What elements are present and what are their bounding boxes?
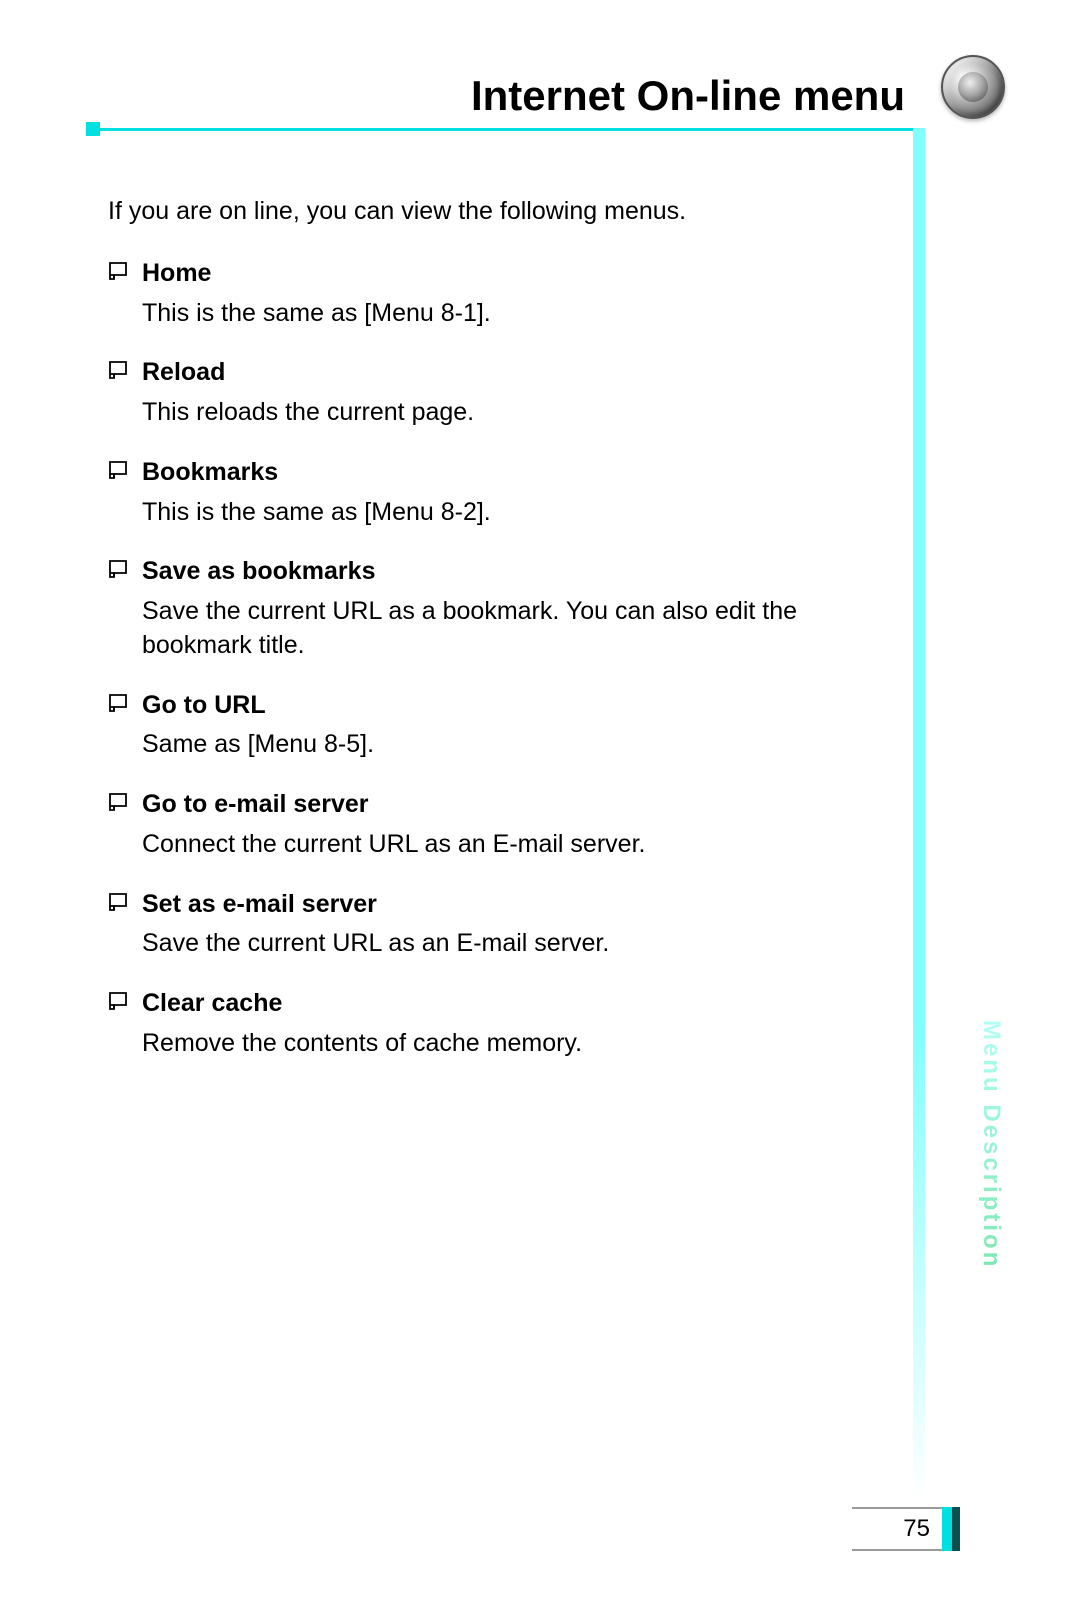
list-item: Bookmarks This is the same as [Menu 8-2]…	[108, 456, 870, 530]
page-title: Internet On-line menu	[0, 72, 915, 120]
item-heading: Go to URL	[142, 689, 266, 723]
globe-icon	[941, 55, 1005, 119]
item-description: Connect the current URL as an E-mail ser…	[142, 828, 870, 862]
list-item: Reload This reloads the current page.	[108, 356, 870, 430]
item-description: This is the same as [Menu 8-2].	[142, 496, 870, 530]
page-number-tab	[942, 1507, 960, 1551]
title-rule	[100, 128, 915, 131]
item-heading: Reload	[142, 356, 225, 390]
page-tab-cyan	[942, 1507, 952, 1551]
bullet-icon	[108, 991, 128, 1011]
bullet-icon	[108, 693, 128, 713]
list-item: Go to URL Same as [Menu 8-5].	[108, 689, 870, 763]
item-description: Save the current URL as an E-mail server…	[142, 927, 870, 961]
bullet-icon	[108, 792, 128, 812]
list-item: Clear cache Remove the contents of cache…	[108, 987, 870, 1061]
item-heading: Bookmarks	[142, 456, 278, 490]
item-description: Same as [Menu 8-5].	[142, 728, 870, 762]
page-number-rule	[852, 1549, 942, 1551]
item-heading: Save as bookmarks	[142, 555, 375, 589]
item-description: Save the current URL as a bookmark. You …	[142, 595, 870, 663]
bullet-icon	[108, 261, 128, 281]
item-heading: Go to e-mail server	[142, 788, 368, 822]
item-heading: Home	[142, 257, 211, 291]
page-number-rule	[852, 1507, 942, 1509]
list-item: Home This is the same as [Menu 8-1].	[108, 257, 870, 331]
item-heading: Clear cache	[142, 987, 282, 1021]
bullet-icon	[108, 892, 128, 912]
item-description: Remove the contents of cache memory.	[142, 1027, 870, 1061]
side-strip	[913, 128, 925, 1501]
intro-text: If you are on line, you can view the fol…	[108, 195, 870, 229]
item-description: This reloads the current page.	[142, 396, 870, 430]
item-heading: Set as e-mail server	[142, 888, 377, 922]
list-item: Set as e-mail server Save the current UR…	[108, 888, 870, 962]
bullet-icon	[108, 559, 128, 579]
bullet-icon	[108, 460, 128, 480]
section-label: Menu Description	[977, 1020, 1005, 1269]
item-description: This is the same as [Menu 8-1].	[142, 297, 870, 331]
content-area: If you are on line, you can view the fol…	[108, 195, 870, 1087]
page-number: 75	[903, 1515, 930, 1543]
list-item: Save as bookmarks Save the current URL a…	[108, 555, 870, 662]
bullet-icon	[108, 360, 128, 380]
list-item: Go to e-mail server Connect the current …	[108, 788, 870, 862]
page-tab-dark	[952, 1507, 960, 1551]
